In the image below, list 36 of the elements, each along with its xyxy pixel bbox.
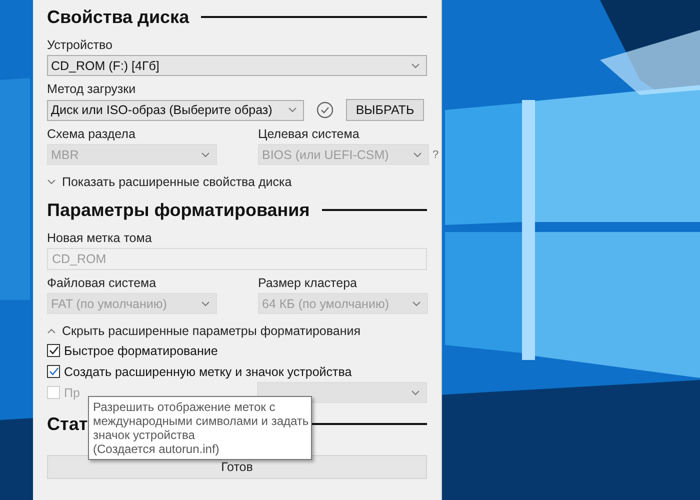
tooltip-text: значок устройства [93,428,196,442]
chevron-icon [288,107,297,113]
checkbox[interactable] [47,365,60,378]
field-label: Новая метка тома [47,231,153,245]
tooltip-text: Разрешить отображение меток с [93,400,276,414]
status-text: Готов [221,460,253,474]
select-button[interactable]: ВЫБРАТЬ [346,99,424,121]
chevron-icon [411,390,420,396]
field-label: Метод загрузки [47,82,137,96]
chevron-icon [412,300,421,306]
dropdown[interactable]: Диск или ISO-образ (Выберите образ) [47,100,304,120]
chevron-icon [201,152,210,158]
expand-toggle[interactable]: Показать расширенные свойства диска [47,175,427,189]
section-heading: Свойства диска [47,6,190,28]
chevron-icon [201,300,210,306]
field-label: Размер кластера [258,276,358,290]
help-mark: ? [432,148,440,160]
check-circle-icon [316,101,334,119]
checkbox[interactable] [47,344,60,357]
field-label: Устройство [47,38,114,52]
chevron-icon [411,62,420,68]
chevron-icon [412,152,422,158]
chevron-icon [47,179,56,185]
section-heading: Параметры форматирования [47,200,310,220]
chevron-icon [47,328,56,334]
checkbox-label: Пр [64,386,80,400]
field-label: Файловая система [47,276,158,290]
field-label: Схема раздела [47,127,136,141]
checkbox-label: Быстрое форматирование [64,344,218,358]
tooltip-text: международными символами и задать [93,414,307,428]
field-label: Целевая система [258,127,360,141]
collapse-toggle[interactable]: Скрыть расширенные параметры форматирования [47,324,427,338]
checkbox-label: Создать расширенную метку и значок устройства [64,364,352,378]
section-heading: Стат [47,414,88,434]
tooltip-text: (Создается autorun.inf) [93,442,220,456]
dropdown[interactable]: CD_ROM (F:) [4Гб] [47,55,427,76]
